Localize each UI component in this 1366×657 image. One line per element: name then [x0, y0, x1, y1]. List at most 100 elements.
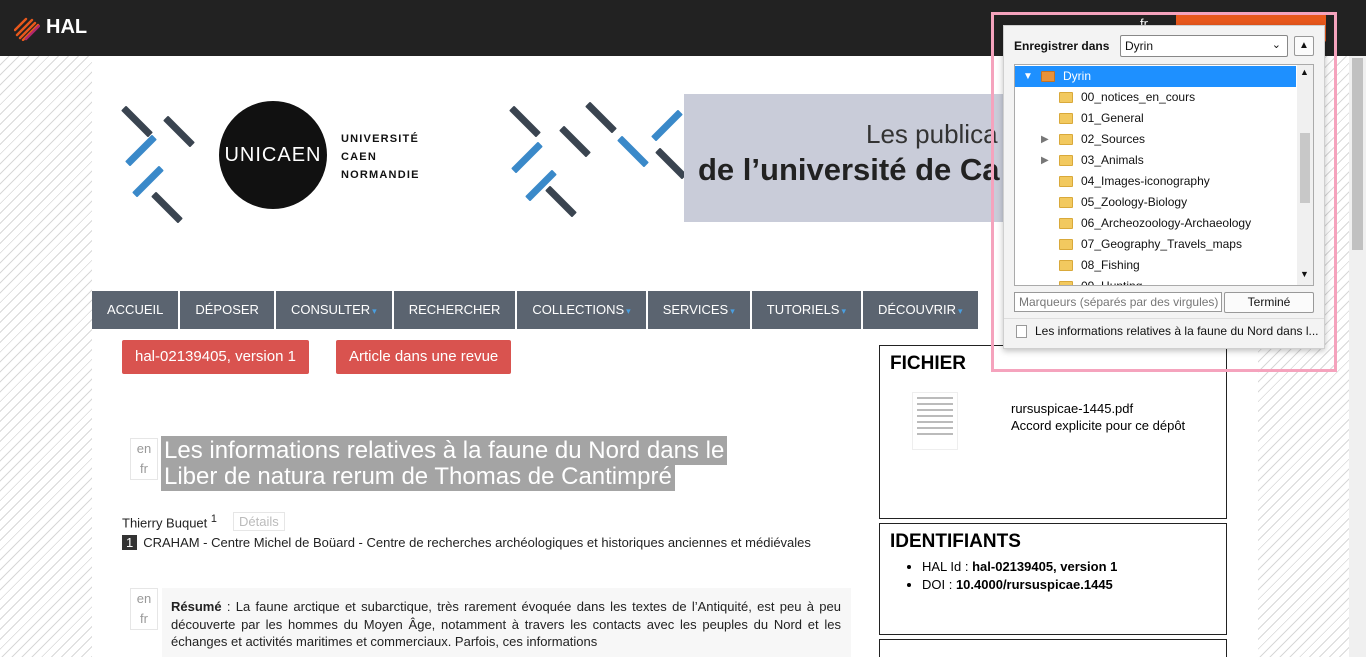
scrollbar-thumb[interactable] [1352, 58, 1363, 250]
nav-item[interactable]: ACCUEIL [92, 291, 181, 329]
folder-icon [1059, 155, 1073, 166]
saved-item: Les informations relatives à la faune du… [1016, 324, 1319, 339]
collection-name: 02_Sources [1081, 132, 1146, 146]
collection-tree-row[interactable]: 00_notices_en_cours [1015, 87, 1296, 108]
title-language-switch: en fr [130, 438, 158, 480]
university-name: UNIVERSITÉ CAEN NORMANDIE [341, 130, 420, 184]
nav-item-label: RECHERCHER [408, 302, 501, 317]
record-id-button[interactable]: hal-02139405, version 1 [122, 340, 309, 374]
left-margin-pattern [0, 56, 92, 657]
collection-tree-row[interactable]: 08_Fishing [1015, 255, 1296, 276]
file-panel-heading: FICHIER [890, 353, 966, 374]
collection-name: 06_Archeozoology-Archaeology [1081, 216, 1252, 230]
file-license-note: Accord explicite pour ce dépôt [1011, 418, 1186, 433]
lang-fr-toggle[interactable]: fr [131, 459, 157, 479]
doi-label: DOI : [922, 577, 956, 592]
doi-value[interactable]: 10.4000/rursuspicae.1445 [956, 577, 1113, 592]
tree-scrollbar-thumb[interactable] [1300, 133, 1310, 203]
nav-item-label: TUTORIELS [766, 302, 840, 317]
collection-tree-row[interactable]: 09_Hunting [1015, 276, 1296, 285]
divider [1004, 318, 1324, 319]
title-line: Liber de natura rerum de Thomas de Canti… [161, 462, 675, 491]
chevron-down-icon: ⌄ [1271, 39, 1281, 51]
nav-item-label: DÉCOUVRIR [878, 302, 957, 317]
caret-down-icon: ▾ [841, 306, 846, 316]
nav-item-label: DÉPOSER [195, 302, 259, 317]
collection-tree[interactable]: ▼ Dyrin 00_notices_en_cours 01_General ▶ 02_S… [1014, 64, 1314, 286]
collection-name: 00_notices_en_cours [1081, 90, 1196, 104]
author-name[interactable]: Thierry Buquet [122, 515, 207, 530]
page-scrollbar[interactable] [1349, 56, 1366, 657]
collection-tree-row[interactable]: 06_Archeozoology-Archaeology [1015, 213, 1296, 234]
expand-arrow-icon[interactable]: ▶ [1041, 129, 1049, 150]
save-in-label: Enregistrer dans [1014, 39, 1110, 53]
hal-id-label: HAL Id : [922, 559, 973, 574]
collection-tree-row[interactable]: 01_General [1015, 108, 1296, 129]
nav-item[interactable]: DÉPOSER [180, 291, 276, 329]
document-type-button[interactable]: Article dans une revue [336, 340, 512, 374]
nav-item[interactable]: SERVICES ▾ [647, 291, 752, 329]
identifiers-heading: IDENTIFIANTS [890, 531, 1021, 552]
collection-select-value: Dyrin [1125, 39, 1154, 53]
author-line: Thierry Buquet 1 [122, 513, 217, 530]
nav-item-label: SERVICES [662, 302, 729, 317]
collection-tree-row[interactable]: 05_Zoology-Biology [1015, 192, 1296, 213]
unicaen-logo[interactable]: UNICAEN [219, 101, 327, 209]
university-name-line: NORMANDIE [341, 169, 420, 181]
collections-panel [879, 639, 1227, 657]
title-line: Les informations relatives à la faune du… [161, 436, 728, 465]
tags-input[interactable]: Marqueurs (séparés par des virgules) [1014, 292, 1222, 312]
nav-item[interactable]: RECHERCHER [393, 291, 518, 329]
nav-item-label: CONSULTER [290, 302, 371, 317]
collection-name: 05_Zoology-Biology [1081, 195, 1188, 209]
collection-name: 08_Fishing [1081, 258, 1140, 272]
tree-scrollbar[interactable]: ▲ ▼ [1297, 65, 1313, 285]
nav-item[interactable]: DÉCOUVRIR ▾ [863, 291, 980, 329]
caret-down-icon: ▾ [626, 306, 631, 316]
collapse-tree-button[interactable]: ▲ [1294, 36, 1314, 56]
zotero-save-popup: Enregistrer dans Dyrin ⌄ ▲ ▼ Dyrin 00_noti… [1003, 25, 1325, 349]
nav-item-label: COLLECTIONS [532, 302, 625, 317]
hal-logo-icon[interactable] [14, 15, 40, 41]
hal-id-value: hal-02139405, version 1 [972, 559, 1118, 574]
collection-tree-row[interactable]: 07_Geography_Travels_maps [1015, 234, 1296, 255]
affiliation-number: 1 [122, 535, 138, 550]
scroll-down-arrow-icon[interactable]: ▼ [1300, 269, 1309, 279]
folder-icon [1059, 176, 1073, 187]
abstract: Résumé : La faune arctique et subarctiqu… [162, 588, 851, 657]
hal-id-item: HAL Id : hal-02139405, version 1 [922, 558, 1117, 576]
saved-item-title: Les informations relatives à la faune du… [1035, 324, 1319, 338]
nav-item[interactable]: COLLECTIONS ▾ [517, 291, 648, 329]
lang-en-toggle[interactable]: en [131, 589, 157, 609]
lang-fr-toggle[interactable]: fr [131, 609, 157, 629]
collection-name: Dyrin [1063, 69, 1092, 83]
expanded-arrow-icon[interactable]: ▼ [1023, 66, 1033, 87]
author-affiliation-ref: 1 [210, 513, 217, 525]
collection-tree-row[interactable]: 04_Images-iconography [1015, 171, 1296, 192]
expand-arrow-icon[interactable]: ▶ [1041, 150, 1049, 171]
pdf-thumbnail[interactable] [912, 392, 958, 450]
document-title: Les informations relatives à la faune du… [161, 436, 728, 491]
collection-select[interactable]: Dyrin ⌄ [1120, 35, 1288, 57]
file-panel: FICHIER rursuspicae-1445.pdf Accord expl… [879, 345, 1227, 519]
folder-icon [1059, 218, 1073, 229]
affiliation: 1 CRAHAM - Centre Michel de Boüard - Cent… [122, 534, 822, 551]
caret-down-icon: ▾ [730, 306, 735, 316]
affiliation-text[interactable]: CRAHAM - Centre Michel de Boüard - Centr… [143, 535, 811, 550]
details-button[interactable]: Détails [233, 512, 285, 531]
collection-name: 03_Animals [1081, 153, 1144, 167]
collection-tree-row[interactable]: ▶ 02_Sources [1015, 129, 1296, 150]
file-name-link[interactable]: rursuspicae-1445.pdf [1011, 401, 1133, 416]
collection-tree-row[interactable]: ▶ 03_Animals [1015, 150, 1296, 171]
main-navigation: ACCUEIL DÉPOSER CONSULTER ▾ RECHERCHER COLLEC… [92, 291, 980, 329]
hal-logo-text[interactable]: HAL [46, 16, 87, 39]
collection-name: 01_General [1081, 111, 1144, 125]
scroll-up-arrow-icon[interactable]: ▲ [1300, 67, 1309, 77]
lang-en-toggle[interactable]: en [131, 439, 157, 459]
collection-name: 07_Geography_Travels_maps [1081, 237, 1242, 251]
nav-item[interactable]: TUTORIELS ▾ [751, 291, 863, 329]
collection-tree-row[interactable]: ▼ Dyrin [1015, 66, 1296, 87]
folder-icon [1059, 134, 1073, 145]
nav-item[interactable]: CONSULTER ▾ [275, 291, 394, 329]
done-button[interactable]: Terminé [1224, 292, 1314, 313]
